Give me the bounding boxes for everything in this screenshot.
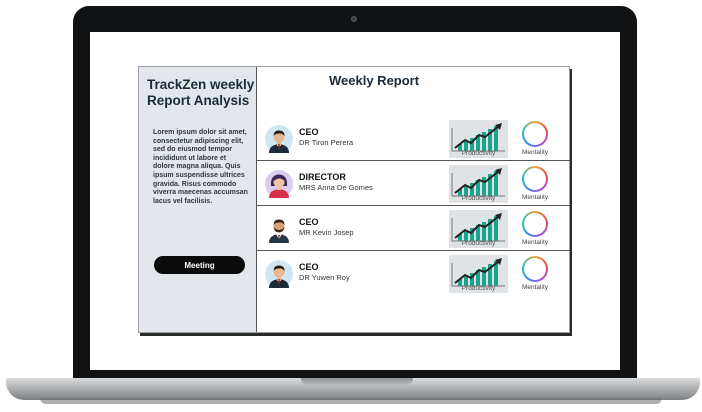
report-app: TrackZen weekly Report Analysis Lorem ip… [138,66,570,333]
productivity-chart[interactable]: Productivity [449,120,508,158]
sidebar-description: Lorem ipsum dolor sit amet, consectetur … [153,129,248,205]
productivity-label: Productivity [461,240,496,247]
mentality-gauge[interactable]: Mentality [515,211,555,249]
productivity-chart[interactable]: Productivity [449,210,508,248]
mentality-gauge[interactable]: Mentality [515,121,555,159]
employee-name: DR Tiron Perera [299,138,354,147]
employee-role: DIRECTOR [299,172,346,182]
sidebar: TrackZen weekly Report Analysis Lorem ip… [139,67,257,332]
employee-row[interactable]: CEO DR Tiron Perera Productivity Mentali… [257,117,570,161]
sidebar-title-line2: Report Analysis [147,93,250,108]
employee-role: CEO [299,217,319,227]
mentality-ring-icon [522,121,548,147]
avatar-bearded-icon [265,215,293,243]
mentality-label: Mentality [521,239,548,246]
employee-name: DR Yuwen Roy [299,273,350,282]
sidebar-title: TrackZen weekly Report Analysis [147,77,255,109]
mentality-gauge[interactable]: Mentality [515,166,555,204]
employee-role: CEO [299,262,319,272]
laptop-lid: TrackZen weekly Report Analysis Lorem ip… [73,6,637,383]
mentality-ring-icon [522,256,548,282]
mentality-ring-icon [522,211,548,237]
camera-icon [351,16,357,22]
employee-row[interactable]: DIRECTOR MRS Anna De Gomes Productivity [257,162,570,206]
avatar-female-icon [265,170,293,198]
laptop-notch [301,378,413,385]
avatar-male-icon [265,125,293,153]
productivity-label: Productivity [461,150,496,157]
laptop-screen: TrackZen weekly Report Analysis Lorem ip… [90,32,620,370]
productivity-label: Productivity [461,285,496,292]
productivity-chart[interactable]: Productivity [449,255,508,293]
productivity-chart[interactable]: Productivity [449,165,508,203]
employee-row[interactable]: CEO DR Yuwen Roy Productivity Mentality [257,252,570,296]
productivity-label: Productivity [461,195,496,202]
page-title: Weekly Report [329,73,420,88]
avatar-male-icon [265,260,293,288]
sidebar-title-line1: TrackZen weekly [147,77,255,92]
mentality-gauge[interactable]: Mentality [515,256,555,294]
laptop-base-shadow [40,398,662,404]
laptop-base [6,378,700,400]
employee-name: MR Kevin Josep [299,228,354,237]
employee-role: CEO [299,127,319,137]
mentality-ring-icon [522,166,548,192]
mentality-label: Mentality [521,149,548,156]
employee-row[interactable]: CEO MR Kevin Josep Productivity Mentalit… [257,207,570,251]
employee-name: MRS Anna De Gomes [299,183,373,192]
mentality-label: Mentality [521,194,548,201]
mentality-label: Mentality [521,284,548,291]
meeting-button[interactable]: Meeting [154,256,245,274]
